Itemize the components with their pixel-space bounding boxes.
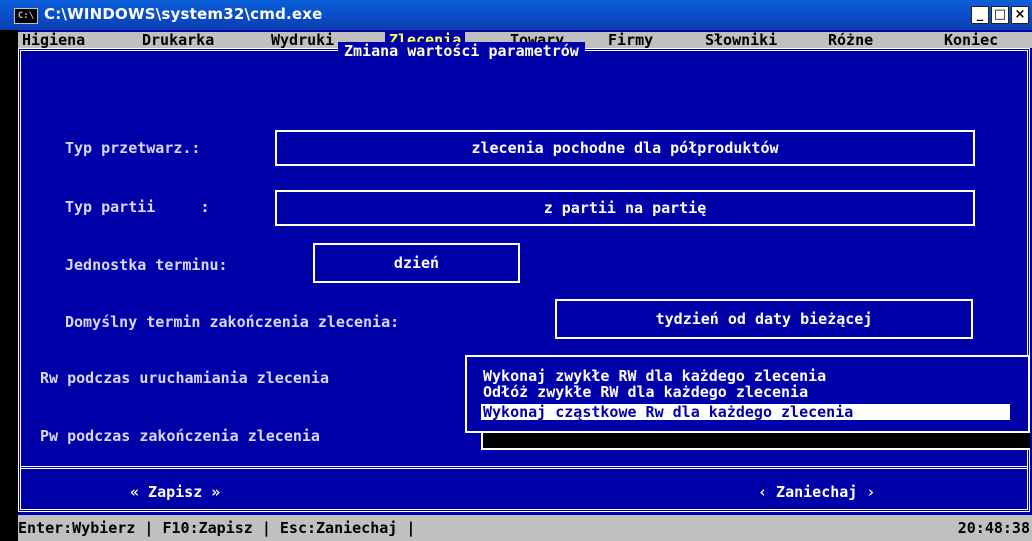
typ-przetwarz-field[interactable]: zlecenia pochodne dla półproduktów xyxy=(275,130,975,166)
cancel-button[interactable]: ‹ Zaniechaj › xyxy=(758,483,875,501)
save-button[interactable]: « Zapisz » xyxy=(130,483,220,501)
menu-item-slowniki[interactable]: Słowniki xyxy=(705,32,777,48)
menu-item-drukarka[interactable]: Drukarka xyxy=(142,32,214,48)
rw-option[interactable]: Wykonaj zwykłe RW dla każdego zlecenia xyxy=(483,368,826,384)
pw-zakonczenia-label: Pw podczas zakończenia zlecenia xyxy=(40,427,320,445)
cmd-window: C:\ C:\WINDOWS\system32\cmd.exe _ □ × Hi… xyxy=(0,0,1032,541)
title-bar[interactable]: C:\ C:\WINDOWS\system32\cmd.exe _ □ × xyxy=(0,0,1032,30)
jednostka-terminu-field[interactable]: dzień xyxy=(313,243,520,283)
domyslny-termin-label: Domyślny termin zakończenia zlecenia: xyxy=(65,313,400,331)
window-title: C:\WINDOWS\system32\cmd.exe xyxy=(44,5,323,23)
status-help-text: Enter:Wybierz | F10:Zapisz | Esc:Zaniech… xyxy=(18,515,928,541)
typ-przetwarz-label: Typ przetwarz.: xyxy=(65,139,201,157)
menu-item-higiena[interactable]: Higiena xyxy=(22,32,85,48)
rw-uruchamiania-label: Rw podczas uruchamiania zlecenia xyxy=(40,369,329,387)
status-clock: 20:48:38 xyxy=(928,515,1032,541)
jednostka-terminu-label: Jednostka terminu: xyxy=(65,256,228,274)
menu-item-rozne[interactable]: Różne xyxy=(828,32,873,48)
status-bar: Enter:Wybierz | F10:Zapisz | Esc:Zaniech… xyxy=(0,515,1032,541)
typ-partii-label: Typ partii : xyxy=(65,198,210,216)
rw-option-selected[interactable]: Wykonaj cząstkowe Rw dla każdego zleceni… xyxy=(481,404,1010,420)
menu-item-wydruki[interactable]: Wydruki xyxy=(271,32,334,48)
dialog-separator xyxy=(21,466,1027,469)
dialog-title: Zmiana wartości parametrów xyxy=(338,42,585,60)
console-left-margin xyxy=(0,30,18,541)
typ-partii-field[interactable]: z partii na partię xyxy=(275,190,975,226)
minimize-button[interactable]: _ xyxy=(971,6,989,24)
rw-option[interactable]: Odłóż zwykłe RW dla każdego zlecenia xyxy=(483,384,808,400)
close-button[interactable]: × xyxy=(1011,6,1029,24)
domyslny-termin-field[interactable]: tydzień od daty bieżącej xyxy=(555,299,973,339)
console-app-icon[interactable]: C:\ xyxy=(14,8,38,24)
menu-item-koniec[interactable]: Koniec xyxy=(944,32,998,48)
menu-item-firmy[interactable]: Firmy xyxy=(608,32,653,48)
pw-field-shadow xyxy=(481,432,1030,450)
rw-options-list[interactable]: Wykonaj zwykłe RW dla każdego zlecenia O… xyxy=(465,355,1030,433)
maximize-button[interactable]: □ xyxy=(991,6,1009,24)
